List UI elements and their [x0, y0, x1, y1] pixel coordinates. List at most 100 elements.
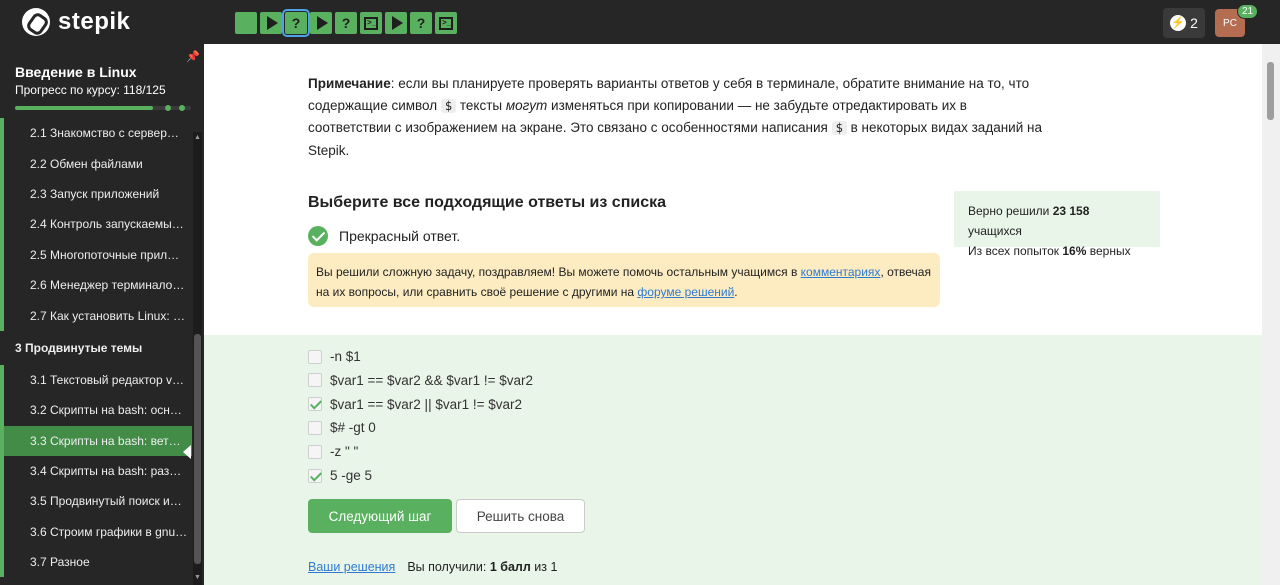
- note-text: тексты: [456, 97, 506, 113]
- retry-button[interactable]: Решить снова: [456, 499, 585, 533]
- course-progress: Прогресс по курсу: 118/125: [15, 83, 166, 97]
- sidebar-lesson-item[interactable]: 2.5 Многопоточные прил…: [0, 239, 192, 270]
- answer-checkbox[interactable]: [308, 397, 322, 412]
- course-title[interactable]: Введение в Linux: [15, 64, 137, 80]
- play-icon: [391, 16, 403, 30]
- stepik-logo-icon: [22, 8, 50, 36]
- sidebar-lesson-item[interactable]: 3.7 Разное: [0, 547, 192, 578]
- congrats-message: Вы решили сложную задачу, поздравляем! В…: [308, 253, 940, 307]
- answer-label: $var1 == $var2 || $var1 != $var2: [330, 396, 522, 412]
- play-icon: [266, 16, 278, 30]
- answer-label: 5 -ge 5: [330, 468, 373, 483]
- lesson-list: 2.1 Знакомство с сервер… 2.2 Обмен файлам…: [0, 118, 204, 578]
- result-text: Прекрасный ответ.: [339, 228, 461, 244]
- step-navigation: ?? >_? >_: [235, 9, 457, 37]
- sidebar-lesson-item[interactable]: 3.3 Скрипты на bash: вет…: [0, 425, 192, 456]
- sidebar-lesson-item[interactable]: 2.3 Запуск приложений: [0, 178, 192, 210]
- page-scroll-thumb[interactable]: [1267, 62, 1274, 120]
- scroll-up-icon[interactable]: ▲: [193, 134, 202, 141]
- energy-count: 2: [1190, 15, 1198, 31]
- energy-counter[interactable]: ⚡ 2: [1163, 8, 1205, 38]
- sidebar-lesson-item[interactable]: 3.5 Продвинутый поиск и…: [0, 486, 192, 517]
- next-step-button[interactable]: Следующий шаг: [308, 499, 452, 533]
- answer-option[interactable]: -n $1: [308, 349, 361, 364]
- scroll-down-icon[interactable]: ▼: [193, 574, 202, 581]
- step-quiz-5[interactable]: ?: [335, 12, 357, 34]
- step-content: Примечание: если вы планируете проверять…: [204, 44, 1262, 585]
- answer-option[interactable]: 5 -ge 5: [308, 468, 372, 483]
- sidebar-section[interactable]: 3 Продвинутые темы: [0, 331, 192, 365]
- terminal-icon: >_: [364, 16, 378, 30]
- answer-checkbox[interactable]: [308, 468, 322, 483]
- note-emphasis: могут: [505, 97, 548, 113]
- sidebar-lesson-item[interactable]: 3.2 Скрипты на bash: осн…: [0, 395, 192, 426]
- answer-option[interactable]: -z " ": [308, 444, 358, 459]
- question-icon: ?: [341, 15, 351, 31]
- answer-checkbox[interactable]: [308, 373, 322, 388]
- stats-attempts: Из всех попыток 16% верных: [968, 244, 1131, 258]
- congrats-text: Вы решили сложную задачу, поздравляем! В…: [316, 265, 801, 279]
- course-sidebar: 📌 Введение в Linux Прогресс по курсу: 11…: [0, 44, 204, 585]
- pin-icon[interactable]: 📌: [186, 50, 200, 63]
- question-icon: ?: [291, 15, 301, 31]
- answer-option[interactable]: $var1 == $var2 && $var1 != $var2: [308, 373, 533, 388]
- answer-label: $var1 == $var2 && $var1 != $var2: [330, 372, 533, 388]
- progress-value: 118/125: [123, 83, 166, 97]
- sidebar-lesson-item[interactable]: 3.4 Скрипты на bash: раз…: [0, 455, 192, 487]
- your-solutions-link[interactable]: Ваши решения: [308, 560, 395, 574]
- note-bold: Примечание: [308, 76, 391, 91]
- solutions-forum-link[interactable]: форуме решений: [637, 285, 734, 299]
- dollar-code: $: [831, 121, 847, 135]
- lightning-icon: ⚡: [1170, 15, 1187, 31]
- step-quiz-8[interactable]: ?: [410, 12, 432, 34]
- answer-section: -n $1 $var1 == $var2 && $var1 != $var2 $va…: [204, 335, 1262, 585]
- sidebar-lesson-item[interactable]: 2.1 Знакомство с сервер…: [0, 118, 192, 149]
- play-icon: [316, 16, 328, 30]
- answer-checkbox[interactable]: [308, 420, 322, 435]
- submission-footer: Ваши решения Вы получили: 1 балл из 1: [308, 560, 557, 574]
- step-video-4[interactable]: [310, 12, 332, 34]
- step-video-7[interactable]: [385, 12, 407, 34]
- notification-badge[interactable]: 21: [1237, 4, 1259, 19]
- logo-text: stepik: [58, 8, 131, 35]
- result-status: Прекрасный ответ.: [308, 226, 460, 246]
- comments-link[interactable]: комментариях: [801, 265, 881, 279]
- terminal-icon: >_: [439, 16, 453, 30]
- sidebar-lesson-item[interactable]: 3.1 Текстовый редактор v…: [0, 364, 192, 396]
- score-text: Вы получили: 1 балл из 1: [407, 560, 558, 574]
- stats-solved: Верно решили 23 158 учащихся: [968, 204, 1090, 238]
- sidebar-lesson-item[interactable]: 2.7 Как установить Linux: …: [0, 300, 192, 331]
- progress-label: Прогресс по курсу:: [15, 83, 120, 97]
- answer-option[interactable]: $# -gt 0: [308, 420, 376, 435]
- step-video-2[interactable]: [260, 12, 282, 34]
- note-paragraph: Примечание: если вы планируете проверять…: [308, 73, 1048, 161]
- sidebar-lesson-item[interactable]: 2.6 Менеджер терминало…: [0, 269, 192, 301]
- answer-checkbox[interactable]: [308, 349, 322, 364]
- dollar-code: $: [440, 98, 457, 113]
- sidebar-lesson-item[interactable]: 3.6 Строим графики в gnu…: [0, 516, 192, 548]
- stats-panel: Верно решили 23 158 учащихся Из всех поп…: [954, 191, 1160, 258]
- question-title: Выберите все подходящие ответы из списка: [308, 194, 666, 211]
- check-circle-icon: [308, 226, 328, 246]
- sidebar-lesson-item[interactable]: 2.2 Обмен файлами: [0, 148, 192, 179]
- answer-checkbox[interactable]: [308, 444, 322, 459]
- sidebar-lesson-item[interactable]: 2.4 Контроль запускаемы…: [0, 209, 192, 240]
- step-quiz-3[interactable]: ?: [282, 9, 310, 37]
- step-text-1[interactable]: [235, 12, 257, 34]
- step-terminal-6[interactable]: >_: [360, 12, 382, 34]
- page-scrollbar[interactable]: [1262, 44, 1280, 585]
- sidebar-scroll-thumb[interactable]: [194, 334, 201, 564]
- answer-label: -z " ": [330, 444, 359, 460]
- progress-dots: [165, 105, 185, 111]
- question-icon: ?: [416, 15, 426, 31]
- progress-bar: [15, 105, 191, 111]
- answer-option[interactable]: $var1 == $var2 || $var1 != $var2: [308, 397, 522, 412]
- step-terminal-9[interactable]: >_: [435, 12, 457, 34]
- active-lesson-marker: [183, 445, 191, 459]
- answer-label: -n $1: [330, 349, 361, 364]
- stepik-logo[interactable]: stepik: [22, 8, 130, 36]
- progress-bar-fill: [15, 106, 153, 110]
- top-bar: stepik ?? >_? >_ ⚡ 2 PC 21: [0, 0, 1280, 44]
- congrats-text: .: [734, 285, 738, 299]
- answer-label: $# -gt 0: [330, 420, 376, 436]
